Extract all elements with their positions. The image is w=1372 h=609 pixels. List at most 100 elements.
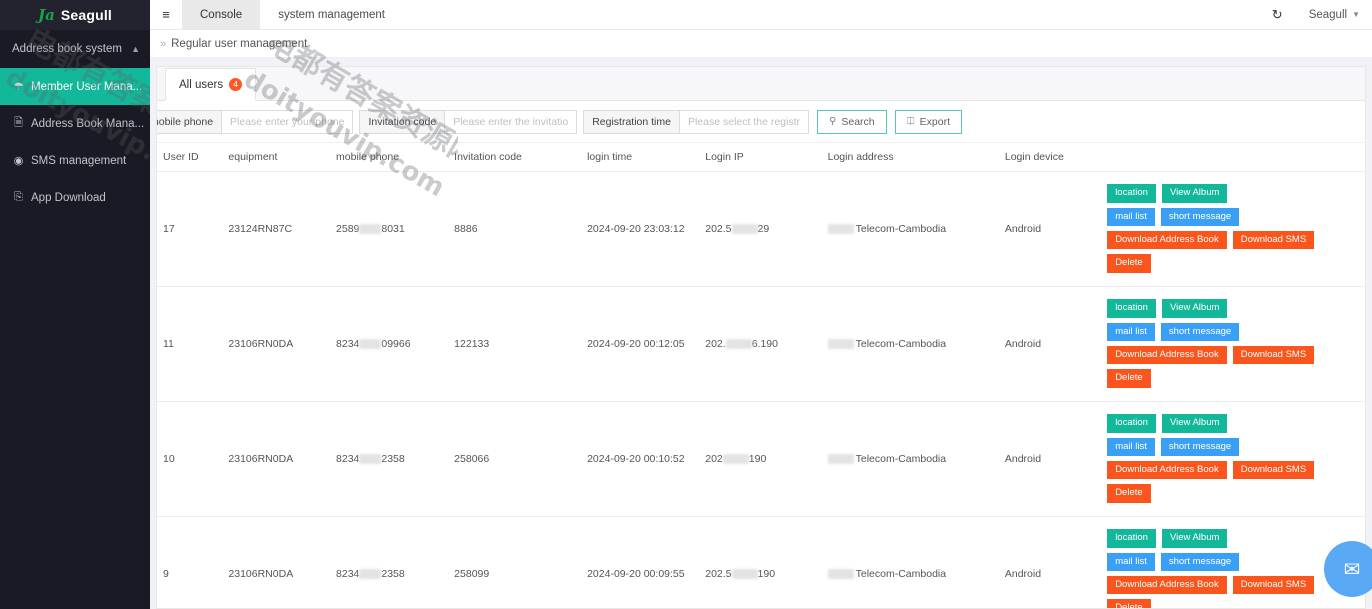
chevron-down-icon: ▼: [1352, 10, 1360, 19]
search-icon: ⚲: [829, 116, 836, 127]
col-user-id: User ID: [157, 143, 222, 171]
cell-login-ip: 202190: [699, 401, 821, 516]
location-button[interactable]: location: [1107, 414, 1156, 432]
table-header-row: User ID equipment mobile phone Invitatio…: [157, 143, 1365, 171]
cell-login-address: Telecom-Cambodia: [822, 286, 999, 401]
cell-actions: location View Album mail list short message…: [1101, 401, 1365, 516]
download-address-book-button[interactable]: Download Address Book: [1107, 346, 1227, 364]
sidebar-group-label: Address book system: [12, 43, 122, 55]
row-action-buttons: location View Album mail list short message…: [1107, 529, 1361, 608]
delete-button[interactable]: Delete: [1107, 369, 1150, 387]
cell-mobile-phone: 82342358: [330, 401, 448, 516]
cell-user-id: 10: [157, 401, 222, 516]
breadcrumb: » Regular user management: [150, 30, 1372, 58]
main-area: ≡ Console system management ↻ Seagull ▼ …: [150, 0, 1372, 609]
cell-actions: location View Album mail list short message…: [1101, 286, 1365, 401]
search-button-label: Search: [841, 116, 874, 128]
card-tabs: All users 4: [157, 67, 1365, 101]
topbar-tab-console[interactable]: Console: [182, 0, 260, 29]
tab-badge: 4: [229, 78, 242, 91]
cell-equipment: 23106RN0DA: [222, 516, 330, 608]
brand-logo[interactable]: Ja Seagull: [0, 0, 150, 30]
delete-button[interactable]: Delete: [1107, 484, 1150, 502]
sidebar-item-label: Address Book Mana...: [31, 118, 144, 130]
cell-user-id: 11: [157, 286, 222, 401]
user-menu-label: Seagull: [1309, 9, 1347, 21]
table-body: 1723124RN87C2589803188862024-09-20 23:03…: [157, 171, 1365, 608]
user-menu[interactable]: Seagull ▼: [1309, 9, 1360, 21]
filter-label-registration-time: Registration time: [583, 110, 680, 134]
sidebar-group-address-book-system[interactable]: Address book system ▲: [0, 30, 150, 68]
location-button[interactable]: location: [1107, 299, 1156, 317]
download-sms-button[interactable]: Download SMS: [1233, 231, 1314, 249]
table-scroll[interactable]: User ID equipment mobile phone Invitatio…: [157, 143, 1365, 608]
export-button[interactable]: ⎅ Export: [895, 110, 962, 134]
col-login-address: Login address: [822, 143, 999, 171]
refresh-icon[interactable]: ↻: [1272, 7, 1283, 23]
location-button[interactable]: location: [1107, 184, 1156, 202]
filter-label-invitation-code: Invitation code: [359, 110, 445, 134]
content-wrapper: All users 4 mobile phone Please enter yo…: [150, 58, 1372, 609]
phone-input[interactable]: Please enter your phone: [222, 110, 353, 134]
short-message-button[interactable]: short message: [1161, 323, 1239, 341]
download-address-book-button[interactable]: Download Address Book: [1107, 576, 1227, 594]
mail-list-button[interactable]: mail list: [1107, 323, 1155, 341]
table-row: 1123106RN0DA8234099661221332024-09-20 00…: [157, 286, 1365, 401]
action-row-2: mail list short message: [1107, 323, 1239, 341]
cell-mobile-phone: 823409966: [330, 286, 448, 401]
table-row: 923106RN0DA823423582580992024-09-20 00:0…: [157, 516, 1365, 608]
download-sms-button[interactable]: Download SMS: [1233, 346, 1314, 364]
action-row-1: location View Album: [1107, 529, 1227, 547]
short-message-button[interactable]: short message: [1161, 553, 1239, 571]
short-message-button[interactable]: short message: [1161, 208, 1239, 226]
menu-icon[interactable]: ≡: [150, 0, 182, 29]
download-sms-button[interactable]: Download SMS: [1233, 576, 1314, 594]
export-icon: ⎅: [907, 116, 915, 127]
login-address-text: Telecom-Cambodia: [856, 338, 946, 350]
delete-button[interactable]: Delete: [1107, 254, 1150, 272]
col-login-time: login time: [581, 143, 699, 171]
users-table: User ID equipment mobile phone Invitatio…: [157, 143, 1365, 608]
row-action-buttons: location View Album mail list short message…: [1107, 299, 1361, 388]
short-message-button[interactable]: short message: [1161, 438, 1239, 456]
sidebar-item-sms-management[interactable]: ◉ SMS management: [0, 142, 150, 179]
tab-all-users[interactable]: All users 4: [165, 68, 256, 101]
action-row-1: location View Album: [1107, 299, 1227, 317]
cell-mobile-phone: 82342358: [330, 516, 448, 608]
download-sms-button[interactable]: Download SMS: [1233, 461, 1314, 479]
view-album-button[interactable]: View Album: [1162, 184, 1227, 202]
sidebar-item-address-book-management[interactable]: 🗎 Address Book Mana...: [0, 105, 150, 142]
location-button[interactable]: location: [1107, 529, 1156, 547]
mail-list-button[interactable]: mail list: [1107, 553, 1155, 571]
mail-list-button[interactable]: mail list: [1107, 208, 1155, 226]
download-address-book-button[interactable]: Download Address Book: [1107, 461, 1227, 479]
export-button-label: Export: [920, 116, 950, 128]
view-album-button[interactable]: View Album: [1162, 529, 1227, 547]
cell-login-device: Android: [999, 516, 1101, 608]
download-address-book-button[interactable]: Download Address Book: [1107, 231, 1227, 249]
search-button[interactable]: ⚲ Search: [817, 110, 887, 134]
invitation-code-input[interactable]: Please enter the invitatio: [445, 110, 577, 134]
action-row-4: Delete: [1107, 254, 1150, 272]
topbar-right: ↻ Seagull ▼: [1272, 0, 1372, 29]
message-icon: ◉: [12, 154, 25, 167]
action-row-4: Delete: [1107, 599, 1150, 608]
cell-login-device: Android: [999, 401, 1101, 516]
cell-login-time: 2024-09-20 23:03:12: [581, 171, 699, 286]
topbar-tab-system-management[interactable]: system management: [260, 0, 403, 29]
mail-list-button[interactable]: mail list: [1107, 438, 1155, 456]
cell-user-id: 17: [157, 171, 222, 286]
cell-login-address: Telecom-Cambodia: [822, 171, 999, 286]
col-login-device: Login device: [999, 143, 1101, 171]
delete-button[interactable]: Delete: [1107, 599, 1150, 608]
row-action-buttons: location View Album mail list short message…: [1107, 414, 1361, 503]
view-album-button[interactable]: View Album: [1162, 414, 1227, 432]
chat-icon[interactable]: ✉: [1324, 541, 1372, 597]
sidebar-item-app-download[interactable]: ⎘ App Download: [0, 179, 150, 216]
view-album-button[interactable]: View Album: [1162, 299, 1227, 317]
registration-time-input[interactable]: Please select the registr: [680, 110, 809, 134]
sidebar-item-member-user-management[interactable]: ☂ Member User Mana...: [0, 68, 150, 105]
table-row: 1023106RN0DA823423582580662024-09-20 00:…: [157, 401, 1365, 516]
row-action-buttons: location View Album mail list short message…: [1107, 184, 1361, 273]
tab-label: All users: [179, 79, 223, 91]
